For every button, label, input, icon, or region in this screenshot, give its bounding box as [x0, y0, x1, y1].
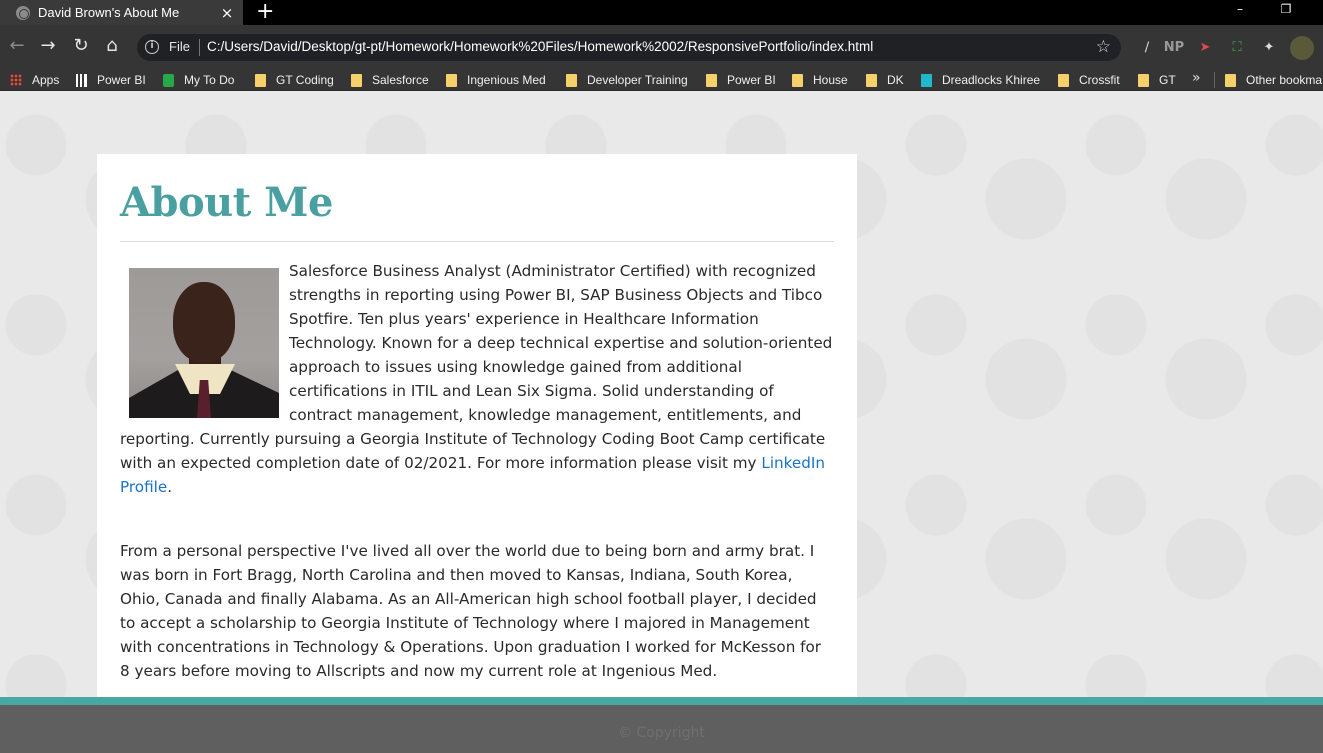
bookmark-label: Ingenious Med — [467, 73, 546, 87]
folder-icon — [446, 73, 457, 87]
forward-icon[interactable]: → — [37, 35, 59, 57]
restore-button[interactable]: ❐ — [1276, 0, 1296, 20]
folder-icon — [566, 73, 577, 87]
bookmark-star-icon[interactable]: ☆ — [1096, 37, 1111, 57]
bookmark-label: Dreadlocks Khiree — [942, 73, 1041, 87]
footer: © Copyright — [0, 705, 1323, 753]
address-bar[interactable]: i File C:/Users/David/Desktop/gt-pt/Home… — [137, 34, 1121, 61]
heading-divider — [120, 241, 834, 242]
folder-icon — [1138, 73, 1149, 87]
profile-photo — [129, 268, 279, 418]
info-icon[interactable]: i — [145, 40, 159, 54]
active-tab[interactable]: David Brown's About Me × — [0, 0, 243, 25]
np-extension-icon[interactable]: NP — [1161, 38, 1187, 58]
about-card: About Me Salesforce Business Analyst (Ad… — [97, 154, 857, 699]
folder-icon — [1058, 73, 1069, 87]
bookmark-power-bi[interactable]: Power BI — [76, 71, 146, 89]
back-icon[interactable]: ← — [6, 35, 28, 57]
copyright-text: © Copyright — [618, 725, 705, 741]
bookmark-gt-coding[interactable]: GT Coding — [255, 71, 334, 89]
url-scheme: File — [169, 39, 190, 54]
new-tab-button[interactable]: + — [256, 0, 274, 25]
bookmark-dk[interactable]: DK — [866, 71, 904, 89]
puzzle-icon[interactable]: ✦ — [1259, 38, 1279, 58]
tab-title: David Brown's About Me — [38, 5, 180, 20]
intro-end: . — [167, 478, 173, 496]
profile-avatar[interactable] — [1290, 36, 1314, 60]
more-bookmarks-icon[interactable]: » — [1192, 70, 1201, 86]
bookmark-power-bi-folder[interactable]: Power BI — [706, 71, 776, 89]
bookmark-other[interactable]: Other bookma — [1225, 71, 1322, 89]
record-extension-icon[interactable]: ➤ — [1195, 38, 1215, 58]
bookmark-label: GT Coding — [276, 73, 334, 87]
bookmark-label: My To Do — [184, 73, 235, 87]
folder-icon — [351, 73, 362, 87]
capture-extension-icon[interactable]: ⛶ — [1227, 38, 1247, 58]
bookmark-label: Apps — [32, 73, 60, 87]
folder-icon — [792, 73, 803, 87]
bookmark-label: Other bookma — [1246, 73, 1323, 87]
folder-icon — [255, 73, 266, 87]
todo-icon — [163, 73, 174, 87]
bookmark-my-to-do[interactable]: My To Do — [163, 71, 234, 89]
folder-icon — [1225, 73, 1236, 87]
bookmark-crossfit[interactable]: Crossfit — [1058, 71, 1120, 89]
folder-icon — [866, 73, 877, 87]
bookmark-gt[interactable]: GT — [1138, 71, 1176, 89]
close-tab-icon[interactable]: × — [217, 4, 237, 22]
minimize-button[interactable]: – — [1230, 0, 1250, 20]
bookmark-label: House — [813, 73, 848, 87]
bookmark-ingenious-med[interactable]: Ingenious Med — [446, 71, 546, 89]
bookmark-label: Power BI — [97, 73, 146, 87]
bookmark-dreadlocks-khiree[interactable]: Dreadlocks Khiree — [921, 71, 1040, 89]
url-divider — [199, 39, 200, 56]
bookmark-label: DK — [887, 73, 904, 87]
bookmark-developer-training[interactable]: Developer Training — [566, 71, 688, 89]
bookmark-label: Power BI — [727, 73, 776, 87]
reload-icon[interactable]: ↻ — [70, 35, 92, 57]
bar-chart-icon — [76, 73, 87, 87]
bookmark-label: Crossfit — [1079, 73, 1120, 87]
url-text[interactable]: C:/Users/David/Desktop/gt-pt/Homework/Ho… — [207, 39, 873, 54]
page-title: About Me — [120, 179, 333, 226]
extension-pen-icon[interactable]: ∕ — [1137, 38, 1157, 58]
bookmark-label: Developer Training — [587, 73, 688, 87]
home-icon[interactable]: ⌂ — [101, 35, 123, 57]
bookmark-label: GT — [1159, 73, 1176, 87]
bookmark-label: Salesforce — [372, 73, 429, 87]
personal-paragraph: From a personal perspective I've lived a… — [120, 542, 822, 680]
bookmark-salesforce[interactable]: Salesforce — [351, 71, 429, 89]
bookmarks-bar: Apps Power BI My To Do GT Coding Salesfo… — [0, 68, 1323, 91]
page-background: About Me Salesforce Business Analyst (Ad… — [0, 91, 1323, 753]
apps-grid-icon — [10, 74, 22, 86]
tab-strip: David Brown's About Me × + – ❐ — [0, 0, 1323, 25]
globe-icon — [16, 5, 30, 20]
footer-accent-bar — [0, 697, 1323, 705]
site-icon — [921, 73, 932, 87]
about-content: Salesforce Business Analyst (Administrat… — [120, 259, 834, 723]
bookmark-apps[interactable]: Apps — [10, 71, 59, 89]
bookmarks-divider — [1214, 72, 1215, 88]
folder-icon — [706, 73, 717, 87]
bookmark-house[interactable]: House — [792, 71, 848, 89]
